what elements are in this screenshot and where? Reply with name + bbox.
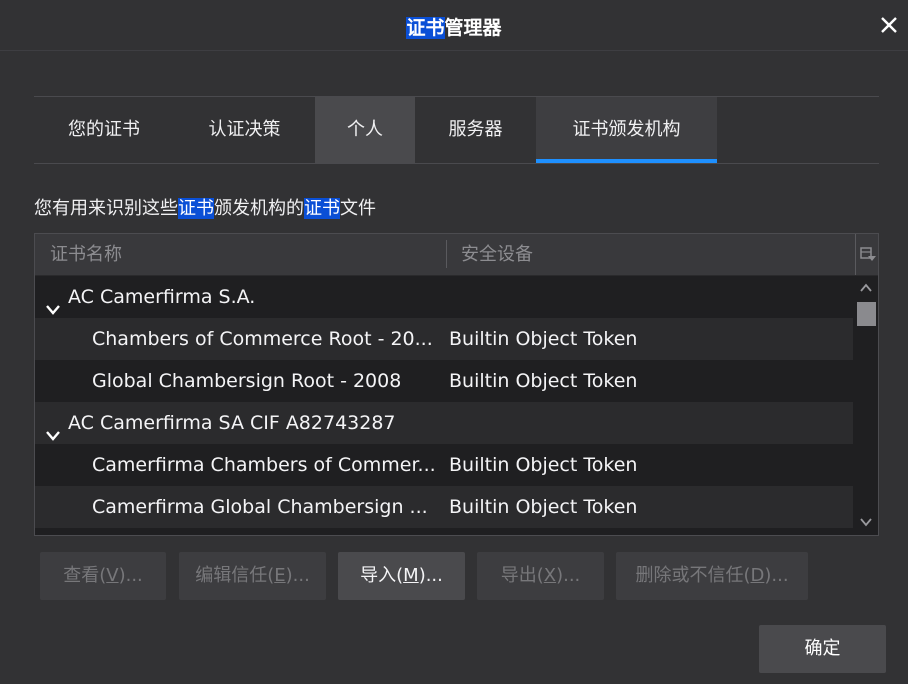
security-device: Builtin Object Token [449, 370, 638, 392]
tab-your-certificates[interactable]: 您的证书 [34, 97, 174, 163]
cert-name: Global Chambersign Root - 2008 [92, 370, 402, 392]
tree-row[interactable]: Chambers of Commerce Root - 20... Builti… [35, 318, 853, 360]
close-icon[interactable] [874, 10, 904, 40]
edit-trust-label-post: )... [285, 565, 310, 586]
export-label-post: )... [556, 565, 581, 586]
tab-bar: 您的证书 认证决策 个人 服务器 证书颁发机构 [34, 96, 879, 164]
chevron-down-icon[interactable] [45, 416, 61, 441]
desc-highlight1: 证书 [178, 198, 214, 219]
security-device: Builtin Object Token [449, 454, 638, 476]
export-label-pre: 导出( [500, 565, 544, 586]
tab-people[interactable]: 个人 [315, 97, 415, 163]
title-highlight: 证书 [406, 17, 445, 39]
tree-row-group[interactable]: AC Camerfirma S.A. [35, 276, 853, 318]
export-button[interactable]: 导出(X)... [477, 552, 604, 600]
delete-label-pre: 删除或不信任( [635, 565, 751, 586]
edit-trust-button[interactable]: 编辑信任(E)... [179, 552, 326, 600]
ok-button[interactable]: 确定 [759, 625, 886, 673]
tree-row-group[interactable]: AC Camerfirma SA CIF A82743287 [35, 402, 853, 444]
scrollbar-thumb[interactable] [857, 302, 876, 326]
tree-row[interactable]: Camerfirma Global Chambersign ... Builti… [35, 486, 853, 528]
view-label-post: )... [118, 565, 143, 586]
cert-name: Chambers of Commerce Root - 20... [92, 328, 433, 350]
scroll-up-icon[interactable] [858, 280, 874, 296]
title-bar: 证书管理器 [0, 0, 908, 51]
security-device: Builtin Object Token [449, 328, 638, 350]
export-access-key: X [543, 565, 557, 586]
cert-name: Camerfirma Global Chambersign ... [92, 496, 428, 518]
delete-label-post: )... [764, 565, 789, 586]
view-label-pre: 查看( [63, 565, 107, 586]
tab-authentication-decisions[interactable]: 认证决策 [174, 97, 315, 163]
tab-servers[interactable]: 服务器 [415, 97, 536, 163]
tree-body: AC Camerfirma S.A. Chambers of Commerce … [35, 276, 853, 534]
import-label-post: )... [418, 565, 443, 586]
dialog-title: 证书管理器 [0, 13, 908, 40]
column-separator[interactable] [446, 240, 447, 268]
column-header-security-device[interactable]: 安全设备 [461, 234, 533, 275]
edit-trust-access-key: E [274, 565, 286, 586]
delete-access-key: D [750, 565, 765, 586]
scroll-down-icon[interactable] [858, 514, 874, 530]
view-access-key: V [106, 565, 119, 586]
tree-header: 证书名称 安全设备 [35, 234, 878, 276]
security-device: Builtin Object Token [449, 496, 638, 518]
edit-trust-label-pre: 编辑信任( [195, 565, 275, 586]
column-header-cert-name[interactable]: 证书名称 [50, 234, 122, 275]
title-rest: 管理器 [444, 17, 502, 39]
cert-name: Camerfirma Chambers of Commer... [92, 454, 436, 476]
desc-part2: 颁发机构的 [214, 198, 304, 219]
import-label-pre: 导入( [360, 565, 404, 586]
tab-description: 您有用来识别这些证书颁发机构的证书文件 [34, 194, 376, 220]
tree-row[interactable]: Camerfirma Chambers of Commer... Builtin… [35, 444, 853, 486]
desc-part1: 您有用来识别这些 [34, 198, 178, 219]
import-button[interactable]: 导入(M)... [338, 552, 465, 600]
desc-highlight2: 证书 [304, 198, 340, 219]
delete-or-distrust-button[interactable]: 删除或不信任(D)... [616, 552, 808, 600]
group-name: AC Camerfirma S.A. [68, 286, 256, 308]
group-name: AC Camerfirma SA CIF A82743287 [68, 412, 396, 434]
desc-part3: 文件 [340, 198, 376, 219]
column-picker-icon[interactable] [855, 234, 878, 275]
tab-authorities[interactable]: 证书颁发机构 [536, 97, 717, 163]
vertical-scrollbar[interactable] [854, 276, 878, 534]
tree-row[interactable]: Global Chambersign Root - 2008 Builtin O… [35, 360, 853, 402]
certificate-tree[interactable]: 证书名称 安全设备 AC Camerfirma S.A. Chambers of… [34, 233, 879, 536]
chevron-down-icon[interactable] [45, 290, 61, 315]
import-access-key: M [403, 565, 419, 586]
view-button[interactable]: 查看(V)... [40, 552, 166, 600]
